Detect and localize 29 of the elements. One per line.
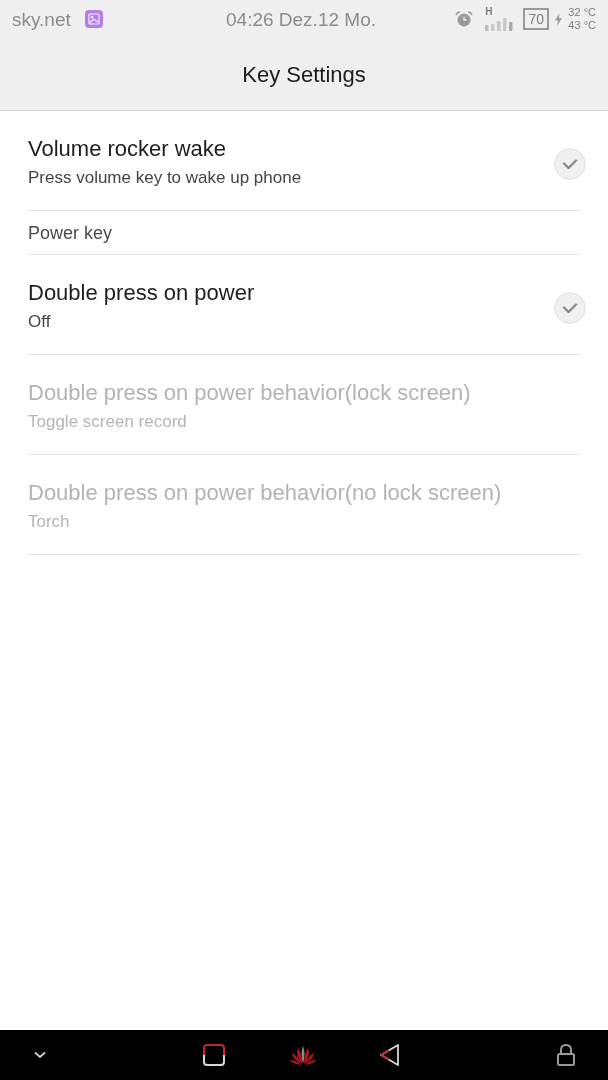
temperature-reading: 32 °C xyxy=(568,6,596,19)
carrier-name: sky.net xyxy=(12,9,71,29)
gallery-icon xyxy=(84,10,103,28)
charging-bolt-icon xyxy=(555,12,563,26)
setting-row[interactable]: Volume rocker wake Press volume key to wake up phone xyxy=(0,111,608,210)
square-icon[interactable] xyxy=(202,1044,225,1066)
checkbox[interactable] xyxy=(554,148,586,180)
setting-summary: Toggle screen record xyxy=(28,411,187,433)
battery-indicator: 70 xyxy=(523,8,550,30)
screen-title: Key Settings xyxy=(242,60,366,89)
temperature-reading: 43 °C xyxy=(568,19,596,32)
setting-summary: Torch xyxy=(28,511,70,533)
setting-summary: Press volume key to wake up phone xyxy=(28,167,302,189)
chevron-down-icon[interactable] xyxy=(33,1051,47,1059)
back-triangle-icon[interactable] xyxy=(380,1044,400,1066)
setting-row[interactable]: Double press on power Off xyxy=(0,255,608,354)
setting-title: Double press on power behavior(lock screen) xyxy=(28,379,471,407)
section-header: Power key xyxy=(28,223,113,242)
setting-title: Volume rocker wake xyxy=(28,135,227,163)
setting-summary: Off xyxy=(28,311,51,333)
alarm-clock-icon xyxy=(455,11,474,27)
lock-icon[interactable] xyxy=(557,1044,575,1066)
signal-bars-icon xyxy=(485,17,514,31)
setting-title: Double press on power behavior(no lock screen) xyxy=(28,479,502,507)
clock-time: 04:26 Dez.12 Mo. xyxy=(226,9,376,29)
network-type: H xyxy=(485,7,493,17)
setting-title: Double press on power xyxy=(28,279,255,307)
checkbox[interactable] xyxy=(554,292,586,324)
flower-logo-icon[interactable] xyxy=(288,1045,317,1065)
